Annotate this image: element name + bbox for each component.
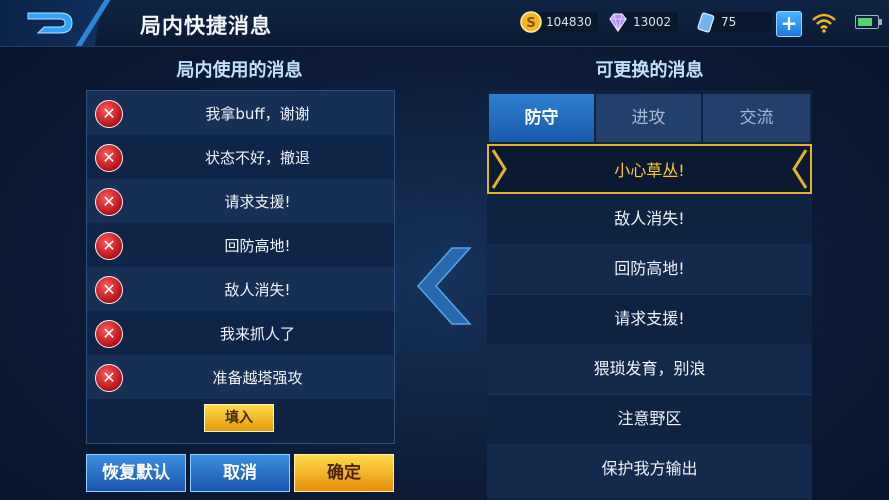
back-button[interactable] <box>0 0 128 46</box>
list-item[interactable]: 请求支援! <box>487 294 812 345</box>
chevron-right-icon <box>491 149 507 189</box>
tab-defense[interactable]: 防守 <box>489 94 594 142</box>
message-text: 小心草丛! <box>614 161 685 180</box>
delete-icon[interactable]: ✕ <box>95 144 123 172</box>
voucher-balance: 75 <box>695 11 736 33</box>
message-text: 准备越塔强攻 <box>212 369 303 387</box>
diamond-icon <box>609 13 627 33</box>
move-left-arrow-icon[interactable] <box>414 246 476 326</box>
message-text: 我来抓人了 <box>219 325 295 343</box>
wifi-icon <box>812 13 836 33</box>
message-text: 敌人消失! <box>224 281 291 299</box>
message-text: 回防高地! <box>224 237 291 255</box>
reset-default-button[interactable]: 恢复默认 <box>86 454 186 492</box>
delete-icon[interactable]: ✕ <box>95 364 123 392</box>
svg-text:S: S <box>526 16 535 31</box>
list-item[interactable]: 回防高地! <box>487 244 812 295</box>
gold-amount: 104830 <box>546 15 592 29</box>
plus-icon: + <box>780 11 798 35</box>
list-item-selected[interactable]: 小心草丛! <box>487 144 812 194</box>
message-text: 状态不好，撤退 <box>204 149 310 167</box>
list-item[interactable]: 注意野区 <box>487 394 812 445</box>
message-text: 我拿buff，谢谢 <box>205 105 310 123</box>
list-item[interactable]: ✕ 回防高地! <box>87 223 394 267</box>
header-slash-decoration <box>75 0 111 46</box>
chevron-left-icon <box>792 149 808 189</box>
delete-icon[interactable]: ✕ <box>95 232 123 260</box>
delete-icon[interactable]: ✕ <box>95 320 123 348</box>
battery-icon <box>855 15 882 29</box>
add-currency-button[interactable]: + <box>776 11 802 37</box>
right-panel-title: 可更换的消息 <box>595 60 704 81</box>
voucher-amount: 75 <box>721 15 737 29</box>
diamond-balance: 13002 <box>607 11 671 33</box>
cancel-button[interactable]: 取消 <box>190 454 290 492</box>
list-item[interactable]: ✕ 敌人消失! <box>87 267 394 311</box>
tab-communication[interactable]: 交流 <box>703 94 810 142</box>
delete-icon[interactable]: ✕ <box>95 188 123 216</box>
gold-coin-icon: S <box>520 11 542 33</box>
list-item[interactable]: 保护我方输出 <box>487 444 812 498</box>
list-item[interactable]: ✕ 我拿buff，谢谢 <box>87 91 394 135</box>
back-arrow-icon <box>27 12 73 34</box>
list-item[interactable]: 敌人消失! <box>487 194 812 245</box>
fill-in-button[interactable]: 填入 <box>204 404 274 432</box>
tab-attack[interactable]: 进攻 <box>596 94 701 142</box>
list-item[interactable]: ✕ 请求支援! <box>87 179 394 223</box>
list-item[interactable]: ✕ 状态不好，撤退 <box>87 135 394 179</box>
left-panel-title: 局内使用的消息 <box>176 60 303 81</box>
delete-icon[interactable]: ✕ <box>95 276 123 304</box>
delete-icon[interactable]: ✕ <box>95 100 123 128</box>
message-text: 请求支援! <box>224 193 291 211</box>
list-item[interactable]: ✕ 准备越塔强攻 <box>87 355 394 399</box>
voucher-icon <box>697 12 715 33</box>
in-game-message-list: ✕ 我拿buff，谢谢 ✕ 状态不好，撤退 ✕ 请求支援! ✕ 回防高地! ✕ … <box>86 90 395 444</box>
top-bar: 局内快捷消息 S 104830 13002 75 + <box>0 0 889 47</box>
confirm-button[interactable]: 确定 <box>294 454 394 492</box>
page-title: 局内快捷消息 <box>140 14 272 38</box>
gold-balance: S 104830 <box>520 11 592 33</box>
list-item[interactable]: ✕ 我来抓人了 <box>87 311 394 355</box>
diamond-amount: 13002 <box>633 15 672 29</box>
list-item[interactable]: 猥琐发育，别浪 <box>487 344 812 395</box>
